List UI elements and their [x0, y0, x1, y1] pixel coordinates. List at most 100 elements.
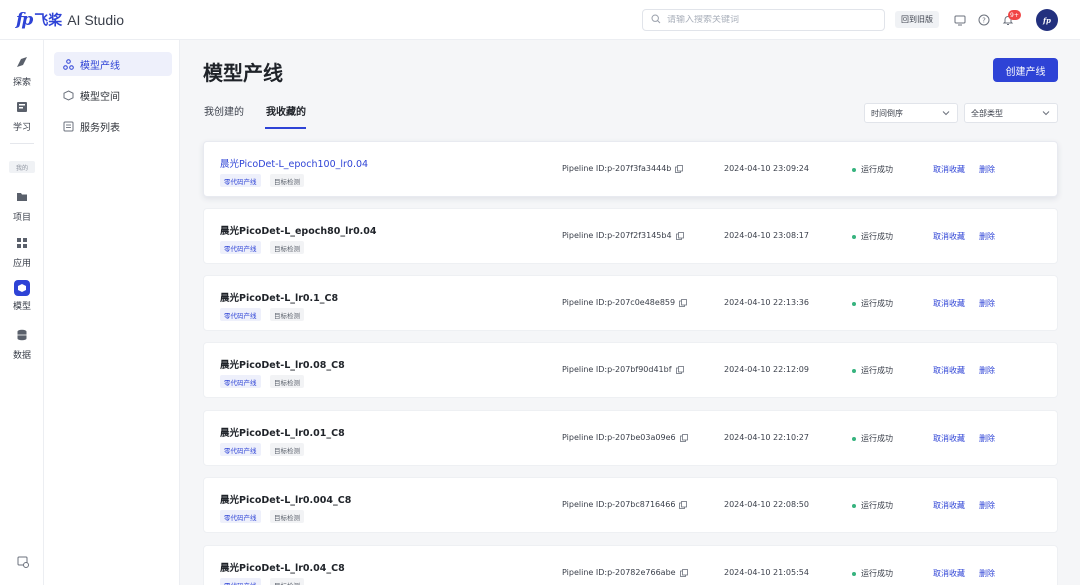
pipeline-id: Pipeline ID:p-207f3fa3444b [562, 164, 684, 173]
status-badge: 运行成功 [852, 164, 893, 175]
rail-item-data[interactable]: 数据 [0, 328, 44, 361]
pipeline-time: 2024-04-10 23:08:17 [724, 231, 809, 240]
feedback-icon[interactable] [16, 555, 30, 572]
pipeline-name[interactable]: 晨光PicoDet-L_epoch100_lr0.04 [220, 156, 368, 170]
unfavorite-link[interactable]: 取消收藏 [933, 231, 965, 242]
pipeline-id-text: Pipeline ID:p-207bf90d41bf [562, 365, 672, 374]
tab-created[interactable]: 我创建的 [204, 103, 244, 118]
tab-favorites[interactable]: 我收藏的 [266, 103, 306, 118]
unfavorite-link[interactable]: 取消收藏 [933, 298, 965, 309]
copy-icon[interactable] [675, 231, 684, 240]
pipeline-row[interactable]: 晨光PicoDet-L_lr0.004_C8 零代码产线 目标检测 Pipeline … [203, 477, 1058, 533]
status-text: 运行成功 [861, 501, 893, 510]
delete-link[interactable]: 删除 [979, 298, 995, 309]
cube-outline-icon [62, 89, 74, 101]
type-select[interactable]: 全部类型 [964, 103, 1058, 123]
status-text: 运行成功 [861, 366, 893, 375]
tag-task-type: 目标检测 [270, 375, 304, 388]
cube-icon [14, 280, 30, 296]
pipeline-row[interactable]: 晨光PicoDet-L_lr0.01_C8 零代码产线 目标检测 Pipeline I… [203, 410, 1058, 466]
rail-divider [10, 143, 34, 144]
monitor-icon[interactable] [953, 13, 967, 27]
search-icon [651, 13, 661, 27]
status-dot [852, 234, 856, 239]
old-version-button[interactable]: 回到旧版 [895, 11, 939, 28]
pipeline-name[interactable]: 晨光PicoDet-L_lr0.01_C8 [220, 425, 345, 439]
sort-select[interactable]: 时间倒序 [864, 103, 958, 123]
unfavorite-link[interactable]: 取消收藏 [933, 365, 965, 376]
unfavorite-link[interactable]: 取消收藏 [933, 164, 965, 175]
pipeline-time: 2024-04-10 22:13:36 [724, 298, 809, 307]
status-text: 运行成功 [861, 232, 893, 241]
page-title: 模型产线 [203, 61, 283, 85]
subnav-item-model-space[interactable]: 模型空间 [54, 83, 172, 107]
copy-icon[interactable] [679, 568, 688, 577]
brand-mark: fp [16, 10, 33, 30]
rail-item-learn[interactable]: 学习 [0, 100, 44, 133]
rail-section-tag: 我的 [9, 161, 35, 173]
pipeline-time: 2024-04-10 23:09:24 [724, 164, 809, 173]
help-icon[interactable]: ? [977, 13, 991, 27]
rail-item-label: 数据 [12, 351, 31, 361]
create-pipeline-button[interactable]: 创建产线 [993, 58, 1058, 82]
pipeline-id: Pipeline ID:p-207bf90d41bf [562, 365, 684, 374]
pipeline-id-text: Pipeline ID:p-207bc8716466 [562, 500, 676, 509]
pipeline-row[interactable]: 晨光PicoDet-L_epoch80_lr0.04 零代码产线 目标检测 Pipel… [203, 208, 1058, 264]
status-badge: 运行成功 [852, 500, 893, 511]
tag-task-type: 目标检测 [270, 510, 304, 523]
search-input[interactable] [667, 15, 867, 25]
status-badge: 运行成功 [852, 365, 893, 376]
delete-link[interactable]: 删除 [979, 433, 995, 444]
svg-text:?: ? [982, 17, 986, 25]
delete-link[interactable]: 删除 [979, 500, 995, 511]
copy-icon[interactable] [679, 433, 688, 442]
rail-item-models[interactable]: 模型 [0, 280, 44, 312]
pipeline-time: 2024-04-10 21:05:54 [724, 568, 809, 577]
tag-task-type: 目标检测 [270, 443, 304, 456]
avatar[interactable]: fp [1036, 9, 1058, 31]
sort-select-value: 时间倒序 [871, 108, 903, 118]
unfavorite-link[interactable]: 取消收藏 [933, 433, 965, 444]
status-badge: 运行成功 [852, 568, 893, 579]
pipeline-id: Pipeline ID:p-207be03a09e6 [562, 433, 688, 442]
rail-item-label: 应用 [12, 259, 31, 269]
search-box[interactable] [642, 9, 885, 31]
subnav-item-services[interactable]: 服务列表 [54, 114, 172, 138]
pipeline-row[interactable]: 晨光PicoDet-L_lr0.1_C8 零代码产线 目标检测 Pipeline ID… [203, 275, 1058, 331]
pipeline-name[interactable]: 晨光PicoDet-L_lr0.08_C8 [220, 357, 345, 371]
copy-icon[interactable] [679, 500, 688, 509]
copy-icon[interactable] [679, 298, 687, 307]
delete-link[interactable]: 删除 [979, 568, 995, 579]
copy-icon[interactable] [675, 365, 684, 374]
pipeline-name[interactable]: 晨光PicoDet-L_lr0.04_C8 [220, 560, 345, 574]
brand-name-cn: 飞桨 [34, 13, 63, 29]
type-select-value: 全部类型 [971, 108, 1003, 118]
unfavorite-link[interactable]: 取消收藏 [933, 500, 965, 511]
pipeline-row[interactable]: 晨光PicoDet-L_lr0.08_C8 零代码产线 目标检测 Pipeline I… [203, 342, 1058, 398]
tag-zero-code: 零代码产线 [220, 308, 261, 321]
copy-icon[interactable] [675, 164, 684, 173]
delete-link[interactable]: 删除 [979, 164, 995, 175]
subnav-item-label: 服务列表 [80, 122, 120, 134]
rail-item-projects[interactable]: 项目 [0, 190, 44, 223]
pipeline-name[interactable]: 晨光PicoDet-L_lr0.004_C8 [220, 492, 351, 506]
rail-item-apps[interactable]: 应用 [0, 236, 44, 269]
delete-link[interactable]: 删除 [979, 231, 995, 242]
pipeline-id-text: Pipeline ID:p-207c0e48e859 [562, 298, 676, 307]
pipeline-row[interactable]: 晨光PicoDet-L_lr0.04_C8 零代码产线 目标检测 Pipeline I… [203, 545, 1058, 585]
delete-link[interactable]: 删除 [979, 365, 995, 376]
subnav-item-pipelines[interactable]: 模型产线 [54, 52, 172, 76]
tag-task-type: 目标检测 [270, 578, 304, 585]
pipeline-row[interactable]: 晨光PicoDet-L_epoch100_lr0.04 零代码产线 目标检测 Pipe… [203, 141, 1058, 197]
pipeline-id-text: Pipeline ID:p-20782e766abe [562, 568, 676, 577]
brand-logo[interactable]: fp 飞桨 AI Studio [16, 9, 124, 31]
rail-item-explore[interactable]: 探索 [0, 55, 44, 88]
pipeline-time: 2024-04-10 22:12:09 [724, 365, 809, 374]
pipeline-name[interactable]: 晨光PicoDet-L_epoch80_lr0.04 [220, 223, 377, 237]
pipeline-id: Pipeline ID:p-207f2f3145b4 [562, 231, 684, 240]
pipeline-name[interactable]: 晨光PicoDet-L_lr0.1_C8 [220, 290, 338, 304]
pipeline-id-text: Pipeline ID:p-207f2f3145b4 [562, 231, 672, 240]
tag-zero-code: 零代码产线 [220, 241, 261, 254]
status-dot [852, 368, 856, 373]
unfavorite-link[interactable]: 取消收藏 [933, 568, 965, 579]
